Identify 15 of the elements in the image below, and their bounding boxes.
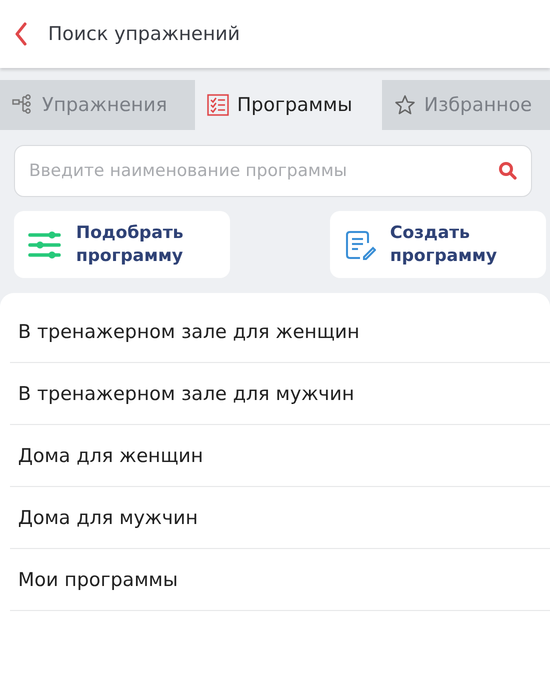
program-item[interactable]: В тренажерном зале для мужчин bbox=[10, 363, 550, 425]
search-field[interactable]: Введите наименование программы bbox=[14, 145, 532, 197]
action-button[interactable]: Подобрать программу bbox=[14, 211, 230, 278]
sliders-icon bbox=[28, 230, 62, 260]
action-button[interactable]: Создать программу bbox=[330, 211, 546, 278]
program-item[interactable]: Дома для мужчин bbox=[10, 487, 550, 549]
search-icon[interactable] bbox=[498, 161, 518, 181]
program-item[interactable]: Мои программы bbox=[10, 549, 550, 611]
checklist-icon bbox=[207, 94, 229, 116]
back-icon[interactable] bbox=[14, 22, 28, 46]
document-edit-icon bbox=[344, 228, 376, 260]
star-icon bbox=[394, 94, 416, 116]
program-item[interactable]: Дома для женщин bbox=[10, 425, 550, 487]
program-item[interactable]: В тренажерном зале для женщин bbox=[10, 301, 550, 363]
page-title: Поиск упражнений bbox=[48, 23, 240, 45]
